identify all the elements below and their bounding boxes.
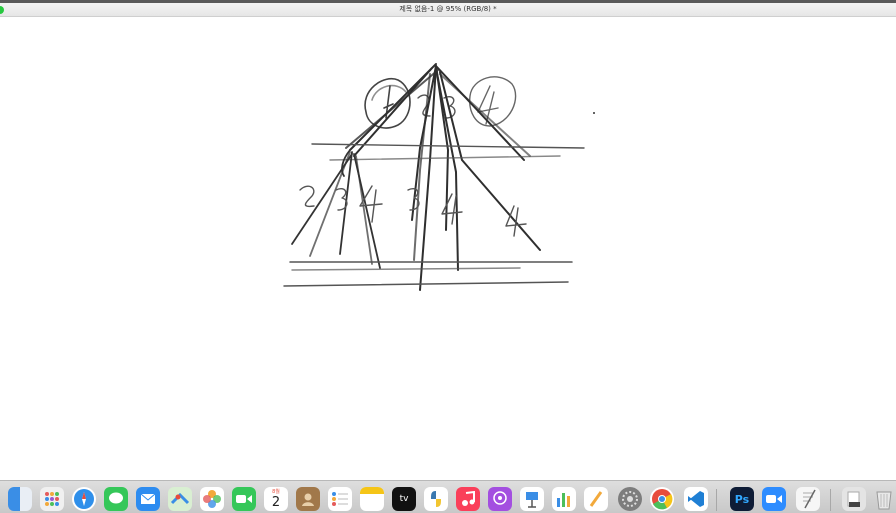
person-glyph [302,493,314,506]
dock: 8월 2 tv Ps [0,480,896,513]
map-glyph [170,492,190,505]
circled-one [364,77,411,129]
reminders-icon[interactable] [328,487,352,511]
safari-icon[interactable] [72,487,96,511]
window-titlebar: 제목 없음-1 @ 95% (RGB/8) * [0,3,896,17]
trash-icon[interactable] [872,487,896,511]
calendar-day: 2 [271,494,281,510]
gear-icon [622,491,638,507]
video-glyph [766,495,782,503]
list-glyph [332,492,348,506]
chrome-icon[interactable] [650,487,674,511]
photoshop-icon[interactable]: Ps [730,487,754,511]
dock-separator [830,489,831,511]
handwritten-sketch [283,63,595,291]
appletv-icon[interactable]: tv [392,487,416,511]
chrome-glyph [652,489,673,510]
bottom-baseline [283,261,573,287]
pages-icon[interactable] [584,487,608,511]
flower-glyph [203,490,221,508]
photos-icon[interactable] [200,487,224,511]
podcasts-icon[interactable] [488,487,512,511]
drawing-canvas[interactable] [0,17,896,480]
stray-dot [593,112,595,114]
window-title: 제목 없음-1 @ 95% (RGB/8) * [399,5,497,13]
messages-icon[interactable] [104,487,128,511]
numbers-icon[interactable] [552,487,576,511]
contacts-icon[interactable] [296,487,320,511]
notes-icon[interactable] [360,487,384,511]
podium-glyph [526,492,538,508]
notes-header [360,487,384,494]
launchpad-icon[interactable] [40,487,64,511]
textedit-glyph [803,489,816,509]
python-icon[interactable] [424,487,448,511]
podcast-glyph [493,491,507,505]
envelope [140,493,156,504]
zoom-icon[interactable] [762,487,786,511]
note-glyph [462,491,475,506]
maps-icon[interactable] [168,487,192,511]
trash-can [876,491,892,510]
left-branches [291,149,381,269]
system-preferences-icon[interactable] [618,487,642,511]
camera-glyph [236,495,252,503]
compass-glyph [74,489,94,509]
textedit-icon[interactable] [796,487,820,511]
dock-separator [716,489,717,511]
pen-glyph [589,491,603,507]
facetime-icon[interactable] [232,487,256,511]
appletv-label: tv [399,494,409,504]
speech-bubble [109,492,123,504]
python-glyph [431,491,441,507]
vscode-icon[interactable] [684,487,708,511]
bars-glyph [557,493,570,507]
document-stack [847,491,860,507]
keynote-icon[interactable] [520,487,544,511]
circled-four [469,76,517,127]
tree-branches [345,63,541,291]
documents-folder-icon[interactable] [842,487,866,511]
mail-icon[interactable] [136,487,160,511]
calendar-icon[interactable]: 8월 2 [264,487,288,511]
finder-icon[interactable] [8,487,32,511]
music-icon[interactable] [456,487,480,511]
photoshop-label: Ps [734,492,750,506]
vscode-glyph [688,491,704,507]
launchpad-grid [45,492,59,506]
